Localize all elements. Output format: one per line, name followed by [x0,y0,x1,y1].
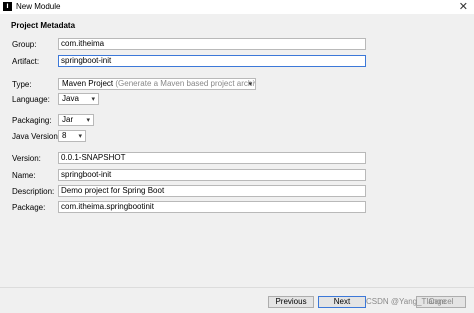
window-titlebar: I New Module ✕ [0,0,474,14]
intellij-app-icon: I [3,2,12,11]
version-label: Version: [12,154,41,163]
close-icon[interactable]: ✕ [459,0,468,14]
description-field[interactable]: Demo project for Spring Boot [58,185,366,197]
group-label: Group: [12,40,37,49]
java-version-label: Java Version: [12,132,61,141]
type-select[interactable]: Maven Project (Generate a Maven based pr… [58,78,256,90]
type-value: Maven Project [62,79,114,88]
artifact-label: Artifact: [12,57,40,66]
footer-divider [0,287,474,288]
language-value: Java [62,94,79,103]
chevron-down-icon: ▾ [78,132,82,140]
artifact-field[interactable]: springboot-init [58,55,366,67]
chevron-down-icon: ▾ [86,116,90,124]
section-title: Project Metadata [11,21,76,30]
package-label: Package: [12,203,46,212]
packaging-select[interactable]: Jar ▾ [58,114,94,126]
window-title: New Module [16,2,61,11]
next-button[interactable]: Next [318,296,366,308]
name-label: Name: [12,171,36,180]
chevron-down-icon: ▾ [91,95,95,103]
previous-button[interactable]: Previous [268,296,314,308]
java-version-value: 8 [62,131,67,140]
type-label: Type: [12,80,32,89]
name-field[interactable]: springboot-init [58,169,366,181]
packaging-value: Jar [62,115,74,124]
packaging-label: Packaging: [12,116,52,125]
type-hint: (Generate a Maven based project archive) [115,79,256,88]
java-version-select[interactable]: 8 ▾ [58,130,86,142]
watermark: CSDN @Yang_Tlange [366,297,447,306]
language-select[interactable]: Java ▾ [58,93,99,105]
version-field[interactable]: 0.0.1-SNAPSHOT [58,152,366,164]
package-field[interactable]: com.itheima.springbootinit [58,201,366,213]
group-field[interactable]: com.itheima [58,38,366,50]
description-label: Description: [12,187,55,196]
chevron-down-icon: ▾ [248,80,252,88]
language-label: Language: [12,95,50,104]
